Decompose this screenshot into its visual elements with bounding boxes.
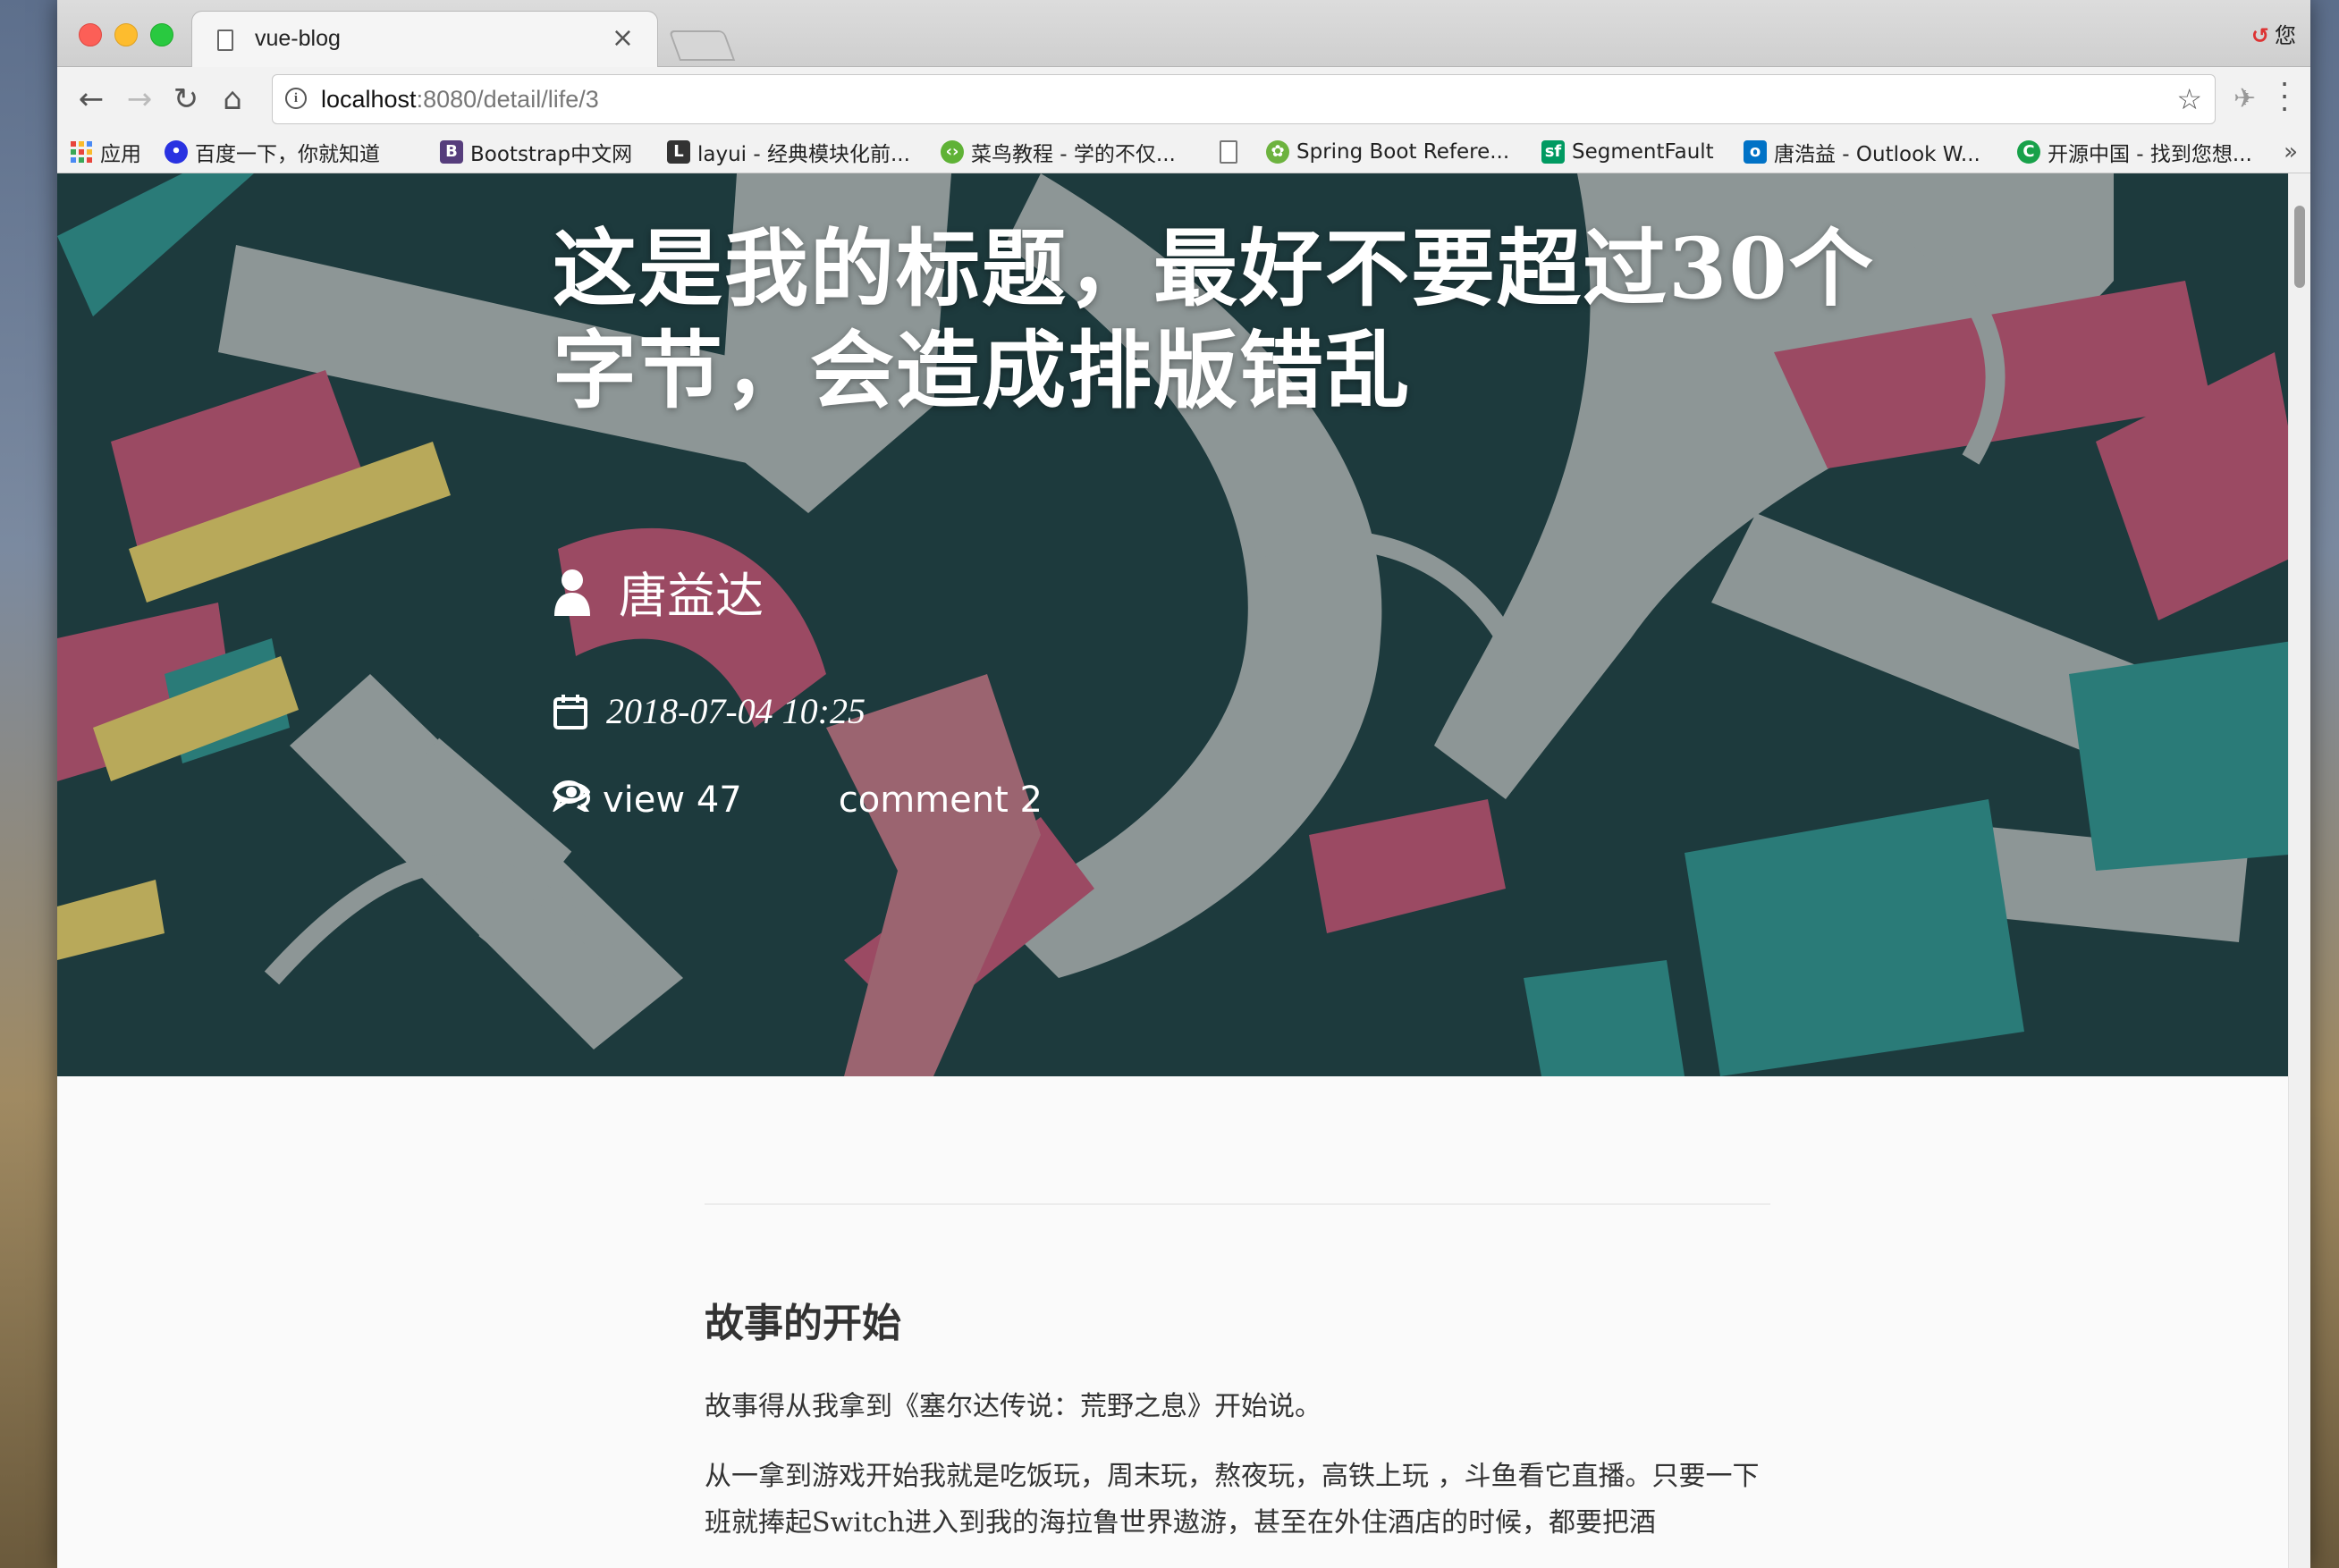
- extension-icon[interactable]: ✈: [2233, 83, 2256, 114]
- toolbar: ← → ↻ ⌂ i localhost:8080/detail/life/3 ☆…: [57, 67, 2310, 131]
- bookmark-label: 菜鸟教程 - 学的不仅...: [971, 143, 1176, 166]
- baidu-paw-icon: •: [165, 140, 188, 164]
- post-content: 故事的开始 故事得从我拿到《塞尔达传说：荒野之息》开始说。 从一拿到游戏开始我就…: [651, 1076, 1813, 1568]
- profile-area[interactable]: ↺ 您: [2251, 18, 2296, 49]
- date-row: 2018-07-04 10:25: [553, 690, 866, 732]
- bookmark-apps[interactable]: 应用: [70, 137, 141, 167]
- site-info-icon[interactable]: i: [285, 88, 307, 109]
- user-icon: [553, 568, 592, 616]
- article-paragraph: 故事得从我拿到《塞尔达传说：荒野之息》开始说。: [705, 1391, 1321, 1422]
- bookmark-star-icon[interactable]: ☆: [2176, 82, 2202, 116]
- bookmark-label: 开源中国 - 找到您想...: [2048, 143, 2252, 166]
- bookmark-label: SegmentFault: [1572, 140, 1714, 164]
- bookmark-label: Bootstrap中文网: [470, 143, 633, 166]
- calendar-icon: [553, 693, 588, 730]
- tab-title: vue-blog: [255, 26, 341, 51]
- minimize-window-button[interactable]: [114, 23, 138, 46]
- url-text[interactable]: localhost:8080/detail/life/3: [321, 86, 599, 114]
- bookmark-label: Spring Boot Refere...: [1296, 140, 1510, 164]
- article-paragraph: 从一拿到游戏开始我就是吃饭玩，周末玩，熬夜玩，高铁上玩 ，斗鱼看它直播。只要一下…: [705, 1461, 1760, 1538]
- bookmarks-bar: 应用 • 百度一下，你就知道 B Bootstrap中文网 L layui - …: [57, 131, 2310, 173]
- post-header-banner: 这是我的标题，最好不要超过30个字节，会造成排版错乱 唐益达 2018-07-0…: [57, 173, 2310, 1076]
- new-tab-button[interactable]: [668, 30, 736, 61]
- forward-icon[interactable]: →: [122, 81, 157, 117]
- page-icon: [217, 30, 233, 51]
- runoob-icon: ‹›: [941, 140, 964, 164]
- post-title: 这是我的标题，最好不要超过30个字节，会造成排版错乱: [553, 220, 1875, 420]
- reload-icon[interactable]: ↻: [168, 81, 204, 117]
- layui-icon: L: [667, 140, 690, 164]
- post-stats: view 47 comment 2: [553, 780, 1043, 821]
- spring-icon: ✿: [1266, 140, 1289, 164]
- oschina-icon: C: [2017, 140, 2040, 164]
- home-icon[interactable]: ⌂: [215, 81, 250, 117]
- bookmark-baidu[interactable]: • 百度一下，你就知道: [165, 137, 380, 167]
- author-row: 唐益达: [553, 556, 764, 627]
- post-date: 2018-07-04 10:25: [606, 691, 866, 731]
- content-divider: [705, 1203, 1770, 1205]
- view-count: view 47: [603, 780, 742, 821]
- bookmark-layui[interactable]: L layui - 经典模块化前...: [667, 137, 910, 167]
- page-scrollbar[interactable]: [2288, 173, 2310, 1568]
- profile-label: 您: [2275, 23, 2296, 48]
- page-viewport: 这是我的标题，最好不要超过30个字节，会造成排版错乱 唐益达 2018-07-0…: [57, 173, 2310, 1568]
- comment-icon: [553, 780, 828, 816]
- bookmark-label: 百度一下，你就知道: [195, 143, 380, 166]
- bookmark-label: layui - 经典模块化前...: [697, 143, 910, 166]
- tab-vue-blog[interactable]: vue-blog ×: [191, 11, 658, 67]
- bookmark-blank[interactable]: [1220, 137, 1245, 167]
- apps-grid-icon: [70, 140, 93, 164]
- close-window-button[interactable]: [79, 23, 102, 46]
- post-header: 这是我的标题，最好不要超过30个字节，会造成排版错乱 唐益达 2018-07-0…: [553, 218, 1894, 821]
- segmentfault-icon: sf: [1541, 140, 1565, 164]
- scrollbar-thumb[interactable]: [2294, 206, 2305, 288]
- tab-close-icon[interactable]: ×: [612, 22, 634, 54]
- bookmark-outlook[interactable]: o 唐浩益 - Outlook W...: [1744, 137, 1980, 167]
- back-icon[interactable]: ←: [73, 81, 109, 117]
- browser-window: vue-blog × ↺ 您 ← → ↻ ⌂ i localhost:8080/d…: [57, 0, 2310, 1568]
- bookmark-spring[interactable]: ✿ Spring Boot Refere...: [1266, 137, 1509, 167]
- bookmark-label: 唐浩益 - Outlook W...: [1774, 143, 1980, 166]
- menu-icon[interactable]: · · ·: [2280, 70, 2289, 123]
- bookmark-label: 应用: [100, 143, 141, 166]
- outlook-icon: o: [1744, 140, 1767, 164]
- tab-strip: vue-blog × ↺ 您: [57, 0, 2310, 67]
- bookmarks-overflow-icon[interactable]: »: [2284, 139, 2298, 165]
- bookmark-runoob[interactable]: ‹› 菜鸟教程 - 学的不仅...: [941, 137, 1176, 167]
- comment-count[interactable]: comment 2: [839, 780, 1043, 821]
- blank-page-icon: [1220, 140, 1237, 164]
- url-path: :8080/detail/life/3: [416, 86, 599, 113]
- bootstrap-icon: B: [440, 140, 463, 164]
- maximize-window-button[interactable]: [150, 23, 173, 46]
- address-bar[interactable]: i localhost:8080/detail/life/3 ☆: [272, 74, 2216, 124]
- url-host: localhost: [321, 86, 417, 113]
- bookmark-segmentfault[interactable]: sf SegmentFault: [1541, 137, 1714, 167]
- sync-icon: ↺: [2250, 23, 2269, 48]
- author-name[interactable]: 唐益达: [619, 556, 764, 627]
- bookmark-bootstrap[interactable]: B Bootstrap中文网: [440, 137, 632, 167]
- bookmark-oschina[interactable]: C 开源中国 - 找到您想...: [2017, 137, 2252, 167]
- article-heading: 故事的开始: [705, 1301, 901, 1346]
